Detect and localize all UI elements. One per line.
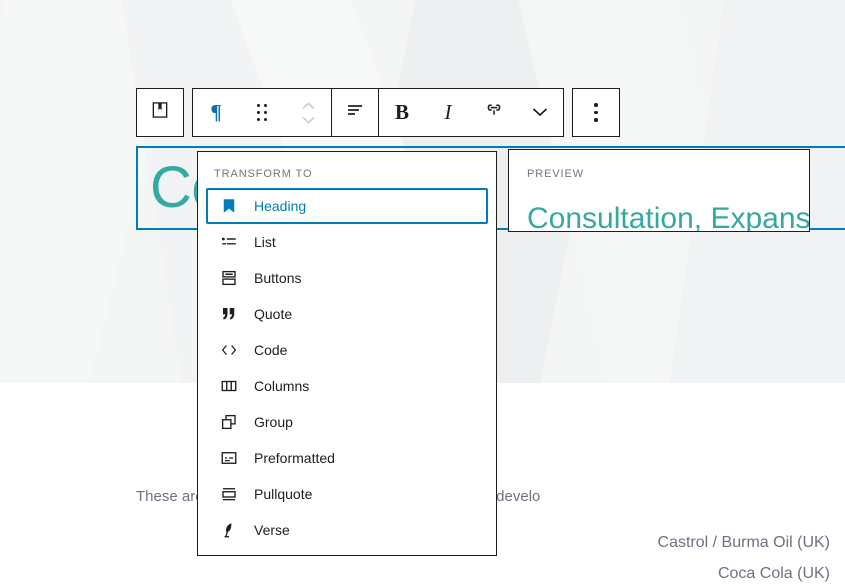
- paragraph-icon: ¶: [210, 100, 222, 124]
- transform-to-dropdown: TRANSFORM TO Heading List Buttons Quote …: [197, 151, 497, 556]
- transform-option-label: Code: [254, 342, 288, 358]
- transform-option-preformatted[interactable]: Preformatted: [206, 440, 488, 476]
- client-list-item: Castrol / Burma Oil (UK): [657, 534, 830, 551]
- code-icon: [218, 339, 240, 361]
- bold-button[interactable]: B: [379, 89, 425, 136]
- bold-icon: B: [394, 100, 409, 124]
- transform-option-pullquote[interactable]: Pullquote: [206, 476, 488, 512]
- transform-option-buttons[interactable]: Buttons: [206, 260, 488, 296]
- book-bookmark-icon: [150, 100, 170, 125]
- toolbar-group-block-inserter: [136, 88, 184, 137]
- transform-option-label: Columns: [254, 378, 310, 394]
- transform-option-list[interactable]: List: [206, 224, 488, 260]
- preformatted-icon: [218, 447, 240, 469]
- editor-canvas: Consultation These are has travelled to …: [0, 0, 845, 587]
- paragraph-block-type-button[interactable]: ¶: [193, 89, 239, 136]
- toolbar-group-options: [572, 88, 620, 137]
- transform-option-label: Verse: [254, 522, 290, 538]
- italic-icon: I: [444, 100, 452, 124]
- transform-option-label: Heading: [254, 198, 307, 214]
- list-icon: [218, 231, 240, 253]
- more-options-button[interactable]: [573, 89, 619, 136]
- drag-handle-button[interactable]: [239, 89, 285, 136]
- transform-option-label: Group: [254, 414, 293, 430]
- more-formatting-button[interactable]: [517, 89, 563, 136]
- transform-option-code[interactable]: Code: [206, 332, 488, 368]
- drag-handle-icon: [256, 103, 268, 122]
- link-button[interactable]: [471, 89, 517, 136]
- transform-option-quote[interactable]: Quote: [206, 296, 488, 332]
- pullquote-icon: [218, 483, 240, 505]
- chevron-down-icon: [532, 104, 548, 122]
- toolbar-group-main: ¶ B I: [192, 88, 564, 137]
- group-icon: [218, 411, 240, 433]
- transform-option-columns[interactable]: Columns: [206, 368, 488, 404]
- verse-feather-icon: [218, 519, 240, 541]
- quote-icon: [218, 303, 240, 325]
- transform-option-label: Pullquote: [254, 486, 313, 502]
- preview-popover: PREVIEW Consultation, Expansi: [508, 149, 810, 232]
- heading-bookmark-icon: [218, 195, 240, 217]
- move-up-down-icon: [301, 101, 315, 124]
- block-toolbar: ¶ B I: [136, 88, 620, 137]
- transform-to-list: Heading List Buttons Quote Code Columns …: [198, 188, 496, 548]
- preview-label: PREVIEW: [527, 168, 585, 180]
- book-bookmark-icon-button[interactable]: [137, 89, 183, 136]
- transform-option-group[interactable]: Group: [206, 404, 488, 440]
- transform-option-label: List: [254, 234, 276, 250]
- buttons-icon: [218, 267, 240, 289]
- transform-to-label: TRANSFORM TO: [214, 168, 313, 180]
- client-list-item: Coca Cola (UK): [717, 565, 830, 582]
- transform-option-label: Buttons: [254, 270, 302, 286]
- more-options-vertical-icon: [594, 103, 598, 122]
- preview-heading-text: Consultation, Expansi: [527, 202, 810, 232]
- align-text-icon: [345, 102, 365, 123]
- align-text-button[interactable]: [332, 89, 378, 136]
- columns-icon: [218, 375, 240, 397]
- transform-option-heading[interactable]: Heading: [206, 188, 488, 224]
- transform-option-label: Preformatted: [254, 450, 335, 466]
- transform-option-label: Quote: [254, 306, 293, 322]
- transform-option-verse[interactable]: Verse: [206, 512, 488, 548]
- move-up-down-button[interactable]: [285, 89, 331, 136]
- link-icon: [483, 102, 505, 123]
- italic-button[interactable]: I: [425, 89, 471, 136]
